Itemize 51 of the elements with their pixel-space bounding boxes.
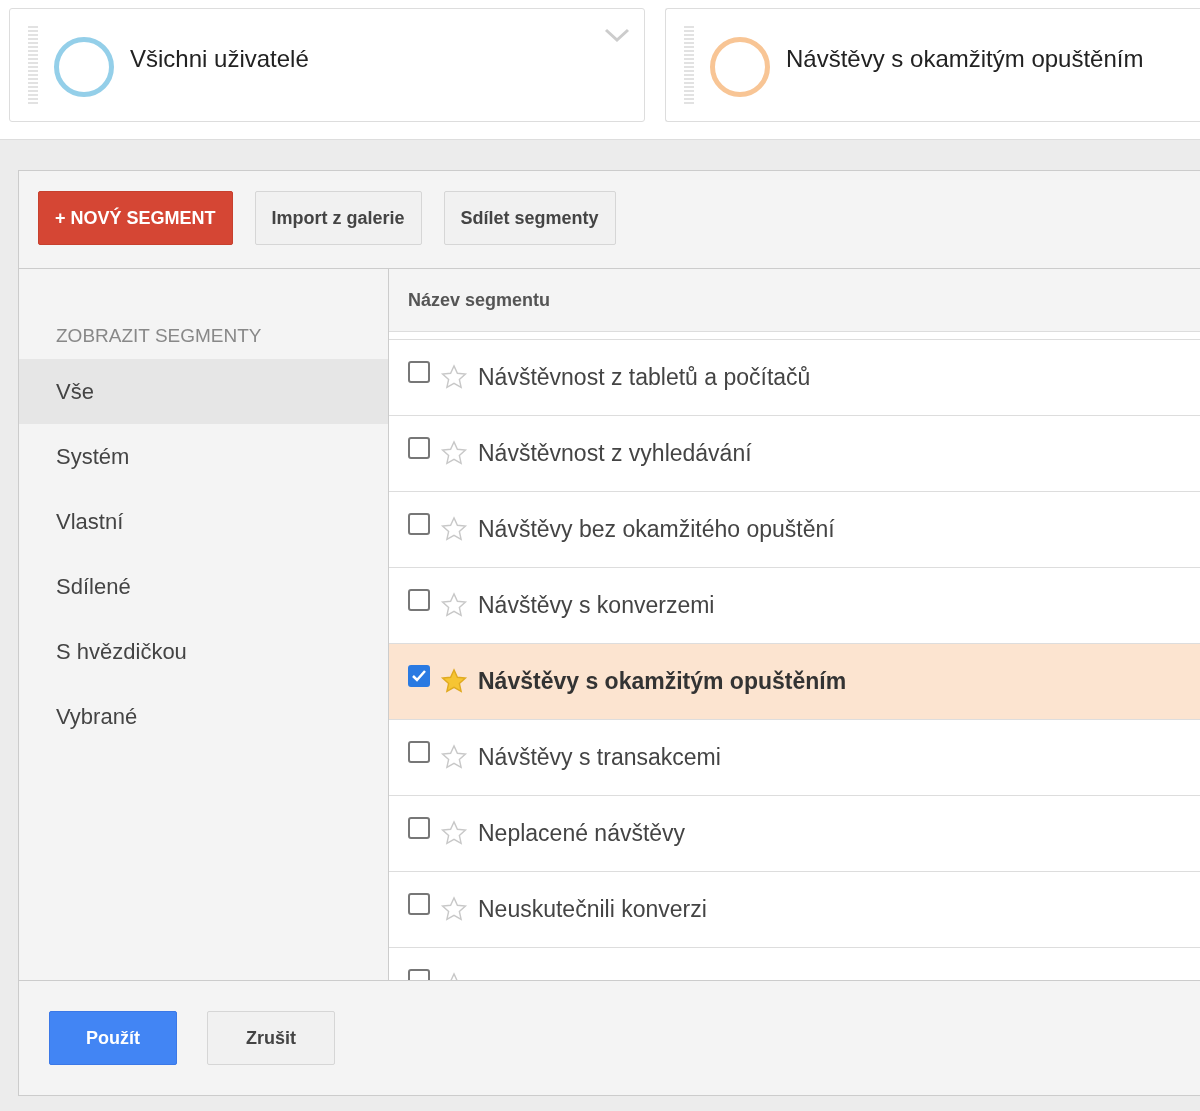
star-icon[interactable] (440, 514, 468, 543)
segment-card[interactable]: Návštěvy s okamžitým opuštěním (665, 8, 1200, 122)
checkbox[interactable] (408, 816, 430, 839)
segment-name: Návštěvnost z vyhledávání (478, 440, 752, 467)
segment-name: Návštěvy s okamžitým opuštěním (478, 668, 847, 695)
new-segment-button[interactable]: + NOVÝ SEGMENT (38, 191, 233, 245)
segment-name: Návštěvy s transakcemi (478, 744, 721, 771)
drag-handle-icon[interactable] (28, 26, 38, 104)
checkbox[interactable] (408, 740, 430, 763)
segment-name: Všichni uživatelé (130, 45, 309, 73)
segment-name: Neplacené návštěvy (478, 820, 686, 847)
segment-row[interactable]: Návštěvnost z tabletů a počítačů (389, 340, 1200, 416)
checkbox[interactable] (408, 512, 430, 535)
segment-name: Návštěvy bez okamžitého opuštění (478, 516, 835, 543)
segment-row[interactable]: Návštěvy bez okamžitého opuštění (389, 492, 1200, 568)
star-icon[interactable] (440, 666, 468, 695)
import-button[interactable]: Import z galerie (254, 191, 422, 245)
column-header[interactable]: Název segmentu (389, 269, 1200, 332)
sidebar-item[interactable]: Sdílené (19, 554, 388, 619)
drag-handle-icon[interactable] (684, 26, 694, 104)
star-icon[interactable] (440, 590, 468, 619)
checkbox[interactable] (408, 360, 430, 383)
sidebar-item[interactable]: Vybrané (19, 684, 388, 749)
star-icon[interactable] (440, 818, 468, 847)
checkbox[interactable] (408, 892, 430, 915)
segment-name: Návštěvnost z tabletů a počítačů (478, 364, 811, 391)
star-icon[interactable] (440, 894, 468, 923)
sidebar-item[interactable]: Vlastní (19, 489, 388, 554)
segment-row[interactable]: Neplacené návštěvy (389, 796, 1200, 872)
segment-name: Neuskutečnili konverzi (478, 896, 707, 923)
sidebar-heading: ZOBRAZIT SEGMENTY (55, 325, 263, 348)
sidebar-item[interactable]: Systém (19, 424, 388, 489)
segment-row[interactable]: Návštěvnost z vyhledávání (389, 416, 1200, 492)
segment-name: Návštěvy s konverzemi (478, 592, 715, 619)
checkbox[interactable] (408, 664, 430, 687)
star-icon[interactable] (440, 362, 468, 391)
segment-name: Návštěvy s okamžitým opuštěním (786, 45, 1144, 73)
apply-button[interactable]: Použít (49, 1011, 177, 1065)
checkbox[interactable] (408, 588, 430, 611)
star-icon[interactable] (440, 742, 468, 771)
sidebar-item[interactable]: S hvězdičkou (19, 619, 388, 684)
segment-row[interactable]: Neuskutečnili konverzi (389, 872, 1200, 948)
star-icon[interactable] (440, 438, 468, 467)
share-button[interactable]: Sdílet segmenty (443, 191, 616, 245)
segment-row[interactable]: Návštěvy s transakcemi (389, 720, 1200, 796)
segment-card[interactable]: Všichni uživatelé (9, 8, 645, 122)
checkbox[interactable] (408, 436, 430, 459)
segment-row[interactable]: Návštěvy s okamžitým opuštěním (389, 644, 1200, 720)
sidebar-item[interactable]: Vše (19, 359, 388, 424)
chevron-down-icon[interactable] (604, 27, 630, 43)
cancel-button[interactable]: Zrušit (207, 1011, 335, 1065)
